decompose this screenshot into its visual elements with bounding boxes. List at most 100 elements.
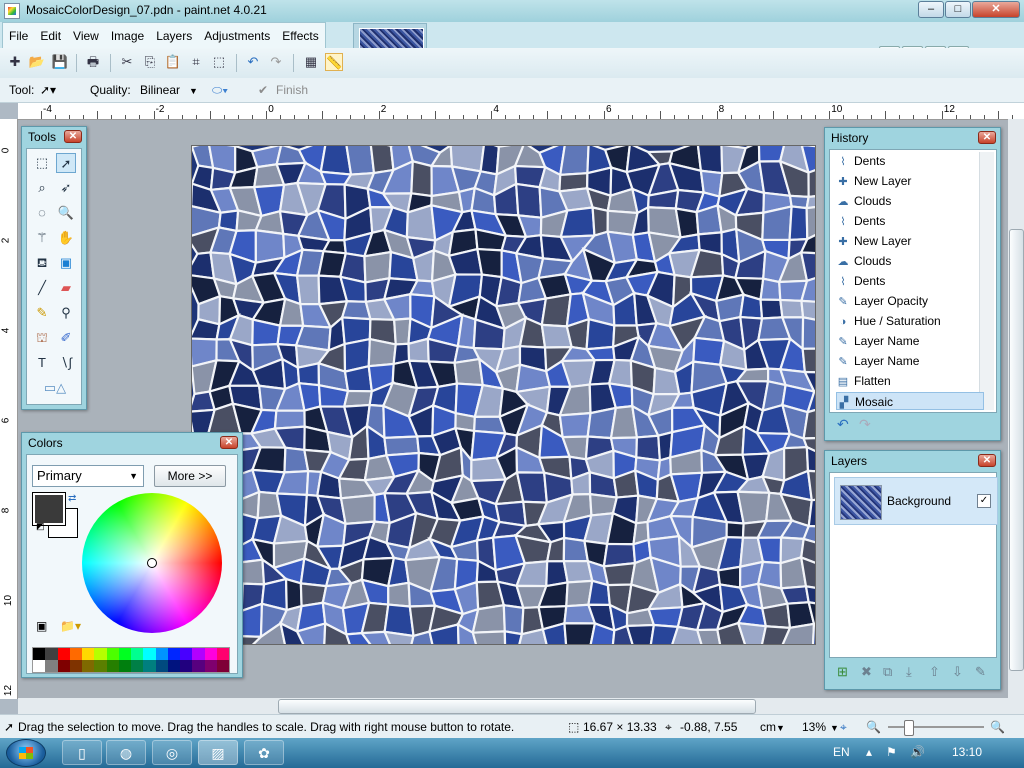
clone-stamp-tool-icon[interactable]: ⛫: [32, 328, 52, 348]
tools-panel-close-button[interactable]: ✕: [64, 130, 82, 143]
palette-swatch[interactable]: [204, 648, 217, 660]
history-item[interactable]: ▞ Mosaic: [836, 392, 984, 410]
history-item[interactable]: ✚ New Layer: [836, 232, 984, 250]
paste-icon[interactable]: 📋: [164, 53, 182, 71]
history-list[interactable]: ⌇ Dents ✚ New Layer ☁ Clouds ⌇ Dents ✚ New Layer ☁…: [829, 149, 997, 413]
pixel-grid-icon[interactable]: ▦: [302, 53, 320, 71]
paintnet-app-icon[interactable]: [4, 3, 20, 19]
palette-swatch[interactable]: [69, 660, 82, 672]
zoom-to-window-icon[interactable]: ⌖: [840, 720, 847, 735]
eraser-tool-icon[interactable]: ▰: [56, 278, 76, 298]
swap-colors-icon[interactable]: ⇄: [68, 493, 76, 504]
layers-panel-close-button[interactable]: ✕: [978, 454, 996, 467]
zoom-slider-knob[interactable]: [904, 720, 914, 736]
undo-icon[interactable]: ↶: [244, 53, 262, 71]
palette-swatch[interactable]: [106, 648, 119, 660]
palette-swatch[interactable]: [216, 648, 229, 660]
zoom-level[interactable]: 13%: [802, 720, 826, 734]
palette-swatch[interactable]: [69, 648, 82, 660]
vertical-scrollbar[interactable]: [1008, 119, 1024, 698]
history-item[interactable]: ✎ Layer Opacity: [836, 292, 984, 310]
history-item[interactable]: ☁ Clouds: [836, 192, 984, 210]
action-center-icon[interactable]: ⚑: [886, 745, 897, 759]
ellipse-select-tool-icon[interactable]: ◌: [32, 203, 52, 223]
history-item[interactable]: ▤ Flatten: [836, 372, 984, 390]
history-item[interactable]: ◑ Hue / Saturation: [836, 312, 984, 330]
print-icon[interactable]: 🖶: [84, 53, 102, 71]
palette-swatch[interactable]: [33, 648, 46, 660]
palette-swatch[interactable]: [180, 648, 193, 660]
menu-adjustments[interactable]: Adjustments: [198, 23, 276, 48]
history-item[interactable]: ⌇ Dents: [836, 212, 984, 230]
palette-swatch[interactable]: [57, 648, 70, 660]
text-tool-icon[interactable]: T: [32, 353, 52, 373]
merge-layer-down-icon[interactable]: ⤓: [906, 664, 912, 680]
duplicate-layer-icon[interactable]: ⧉: [883, 664, 892, 680]
new-image-icon[interactable]: ✚: [6, 53, 24, 71]
palette-swatch[interactable]: [167, 660, 180, 672]
start-button[interactable]: [6, 739, 46, 767]
layer-properties-icon[interactable]: ✎: [975, 664, 986, 680]
redo-icon[interactable]: ↷: [267, 53, 285, 71]
move-layer-down-icon[interactable]: ⇩: [952, 664, 963, 680]
show-hidden-icons-icon[interactable]: ▴: [866, 745, 872, 759]
units-dropdown-icon[interactable]: ▼: [776, 723, 785, 733]
quality-dropdown-arrow-icon[interactable]: ▼: [189, 86, 198, 96]
layer-row[interactable]: Background ✓: [834, 477, 998, 525]
history-redo-icon[interactable]: ↷: [859, 416, 871, 433]
pan-tool-icon[interactable]: ✋: [56, 228, 76, 248]
finish-check-icon[interactable]: ✔: [258, 83, 268, 97]
minimize-button[interactable]: –: [918, 1, 944, 18]
palette-swatch[interactable]: [204, 660, 217, 672]
menu-layers[interactable]: Layers: [150, 23, 198, 48]
zoom-in-icon[interactable]: 🔍: [990, 720, 1005, 734]
finish-button[interactable]: Finish: [276, 83, 308, 97]
volume-icon[interactable]: 🔊: [910, 745, 925, 759]
layer-visibility-checkbox[interactable]: ✓: [977, 494, 991, 508]
palette-swatch[interactable]: [155, 660, 168, 672]
palette-swatch[interactable]: [155, 648, 168, 660]
color-palette[interactable]: [32, 647, 230, 673]
menu-file[interactable]: File: [3, 23, 34, 48]
quality-dropdown[interactable]: Bilinear: [140, 83, 180, 97]
delete-layer-icon[interactable]: ✖: [861, 664, 872, 680]
magic-wand-tool-icon[interactable]: ⚚: [32, 228, 52, 248]
taskbar-chrome-icon[interactable]: ◎: [152, 740, 192, 765]
palette-menu-icon[interactable]: 📁▾: [60, 619, 81, 633]
copy-icon[interactable]: ⎘: [141, 53, 159, 71]
open-file-icon[interactable]: 📂: [28, 53, 46, 71]
taskbar-app-icon[interactable]: ✿: [244, 740, 284, 765]
palette-swatch[interactable]: [82, 660, 95, 672]
palette-swatch[interactable]: [143, 648, 156, 660]
palette-swatch[interactable]: [143, 660, 156, 672]
move-layer-up-icon[interactable]: ⇧: [929, 664, 940, 680]
deselect-icon[interactable]: ⬚: [210, 53, 228, 71]
history-item[interactable]: ✚ New Layer: [836, 172, 984, 190]
palette-swatch[interactable]: [118, 660, 131, 672]
selection-mode-icon[interactable]: ⬭▾: [212, 83, 228, 98]
color-wheel-picker[interactable]: [147, 558, 157, 568]
colors-panel-close-button[interactable]: ✕: [220, 436, 238, 449]
palette-swatch[interactable]: [118, 648, 131, 660]
language-indicator[interactable]: EN: [833, 745, 850, 759]
lasso-select-tool-icon[interactable]: ⌕: [32, 178, 52, 198]
shapes-tool-icon[interactable]: ▭△: [35, 378, 75, 398]
history-item[interactable]: ✎ Layer Name: [836, 352, 984, 370]
zoom-slider[interactable]: [888, 720, 984, 736]
zoom-tool-icon[interactable]: 🔍: [56, 203, 76, 223]
zoom-out-icon[interactable]: 🔍: [866, 720, 881, 734]
paint-bucket-tool-icon[interactable]: ⛾: [32, 253, 52, 273]
clock[interactable]: 13:10: [952, 745, 982, 759]
image-canvas[interactable]: [191, 145, 816, 645]
save-icon[interactable]: 💾: [51, 53, 69, 71]
palette-swatch[interactable]: [45, 660, 58, 672]
palette-swatch[interactable]: [94, 660, 107, 672]
history-item[interactable]: ⌇ Dents: [836, 152, 984, 170]
units-selector[interactable]: cm: [760, 720, 776, 734]
palette-swatch[interactable]: [180, 660, 193, 672]
palette-swatch[interactable]: [106, 660, 119, 672]
color-mode-dropdown[interactable]: Primary ▼: [32, 465, 144, 487]
horizontal-scrollbar[interactable]: [18, 698, 1024, 714]
history-panel-close-button[interactable]: ✕: [978, 131, 996, 144]
more-colors-button[interactable]: More >>: [154, 465, 226, 487]
